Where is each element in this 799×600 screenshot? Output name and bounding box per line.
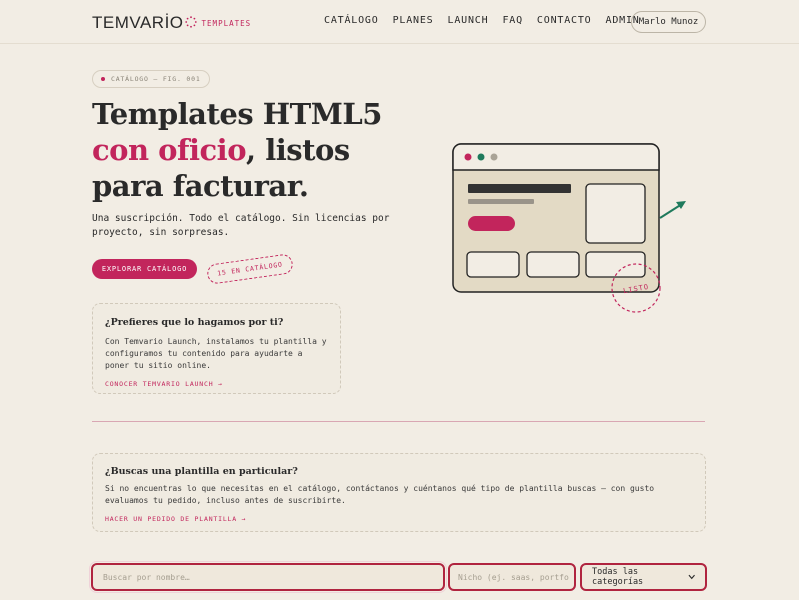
launch-card: ¿Prefieres que lo hagamos por ti? Con Te… bbox=[92, 303, 341, 394]
content-card-2 bbox=[526, 251, 580, 278]
nav-contacto[interactable]: CONTACTO bbox=[537, 15, 592, 26]
request-card: ¿Buscas una plantilla en particular? Si … bbox=[92, 453, 706, 532]
request-card-link[interactable]: HACER UN PEDIDO DE PLANTILLA → bbox=[105, 515, 693, 523]
request-card-title: ¿Buscas una plantilla en particular? bbox=[105, 466, 298, 477]
brand-name: TEMVARİO bbox=[92, 13, 184, 32]
nav-launch[interactable]: LAUNCH bbox=[448, 15, 489, 26]
nav-planes[interactable]: PLANES bbox=[393, 15, 434, 26]
hero-title-line3: para facturar. bbox=[92, 169, 309, 203]
hero-title-line2: , listos bbox=[246, 133, 350, 167]
figure-badge-label: CATÁLOGO — FIG. 001 bbox=[111, 75, 201, 83]
hero-subtitle: Una suscripción. Todo el catálogo. Sin l… bbox=[92, 213, 390, 238]
category-select-value: Todas las categorías bbox=[592, 567, 644, 587]
content-text-bar bbox=[468, 199, 534, 204]
user-menu-button[interactable]: Marlo Munoz bbox=[631, 11, 706, 33]
hero-title-accent: con oficio bbox=[92, 133, 247, 167]
window-dot-green bbox=[477, 153, 485, 161]
catalog-count-badge: 15 EN CATÁLOGO bbox=[206, 253, 294, 285]
brand-logo[interactable]: TEMVARİO TEMPLATES bbox=[92, 13, 251, 33]
window-dot-gray bbox=[490, 153, 498, 161]
growth-arrow-icon bbox=[659, 203, 683, 219]
explore-catalog-button[interactable]: EXPLORAR CATÁLOGO bbox=[92, 259, 197, 279]
window-dot-red bbox=[464, 153, 472, 161]
niche-input[interactable]: Nicho (ej. saas, portfo bbox=[448, 563, 576, 591]
content-heading-bar bbox=[468, 184, 571, 193]
main-nav: CATÁLOGO PLANES LAUNCH FAQ CONTACTO ADMI… bbox=[324, 15, 654, 26]
search-input[interactable]: Buscar por nombre… bbox=[89, 561, 447, 593]
brand-tag: TEMPLATES bbox=[201, 18, 252, 28]
content-card-1 bbox=[466, 251, 520, 278]
site-header: TEMVARİO TEMPLATES CATÁLOGO PLANES LAUNC… bbox=[0, 0, 799, 44]
section-divider bbox=[92, 421, 705, 422]
brand-dots-icon bbox=[184, 16, 197, 28]
nav-catalogo[interactable]: CATÁLOGO bbox=[324, 15, 379, 26]
chevron-down-icon bbox=[688, 574, 695, 580]
browser-illustration: LISTO bbox=[452, 143, 686, 313]
launch-card-text: Con Temvario Launch, instalamos tu plant… bbox=[105, 337, 327, 370]
figure-badge: CATÁLOGO — FIG. 001 bbox=[92, 70, 210, 88]
content-button-shape bbox=[468, 216, 515, 231]
request-card-text: Si no encuentras lo que necesitas en el … bbox=[105, 484, 655, 505]
category-select[interactable]: Todas las categorías bbox=[580, 563, 707, 591]
badge-dot-icon bbox=[101, 77, 105, 81]
nav-faq[interactable]: FAQ bbox=[502, 15, 522, 26]
launch-card-title: ¿Prefieres que lo hagamos por ti? bbox=[105, 317, 284, 328]
content-image-box bbox=[585, 183, 646, 244]
hero-title-line1: Templates HTML5 bbox=[92, 97, 382, 131]
launch-card-link[interactable]: CONOCER TEMVARIO LAUNCH → bbox=[105, 380, 328, 388]
hero-title: Templates HTML5 con oficio, listos para … bbox=[92, 96, 422, 204]
